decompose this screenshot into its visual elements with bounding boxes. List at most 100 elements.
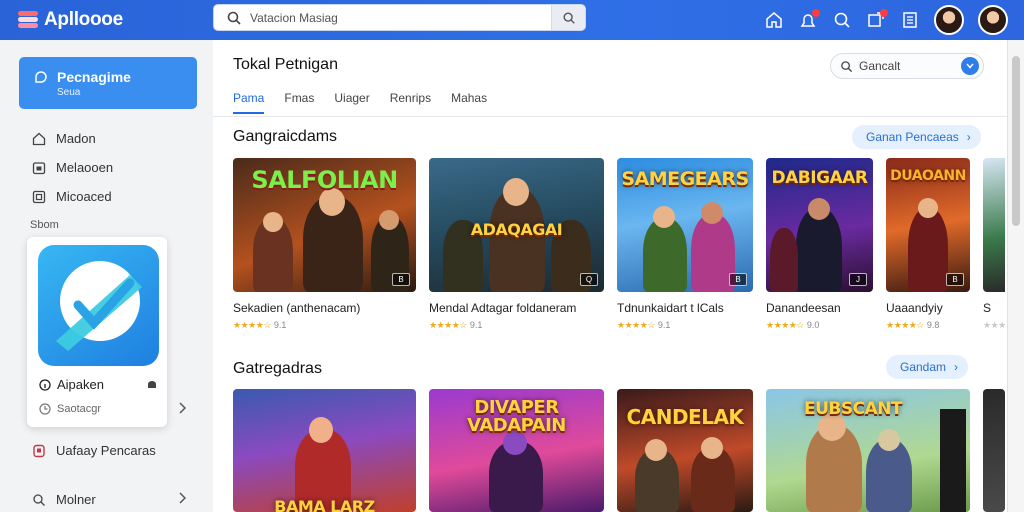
calendar-icon — [32, 161, 46, 174]
app-logo[interactable]: Aplloooe — [18, 9, 208, 31]
star-rating-icon: ★★★★☆ — [617, 320, 655, 330]
game-name[interactable]: Sekadien (anthenacam) — [233, 301, 360, 315]
search-icon — [227, 11, 241, 25]
section-more-label: Ganan Pencaeas — [866, 130, 959, 144]
game-tile[interactable]: SALFOLIAN B — [233, 158, 416, 292]
divider — [213, 116, 1007, 117]
sidebar-item-home[interactable]: Madon — [32, 131, 96, 146]
game-name[interactable]: Tdnunkaidart t lCals — [617, 301, 724, 315]
game-name[interactable]: Danandeesan — [766, 301, 841, 315]
logo-mark-icon — [18, 11, 38, 29]
sidebar-hero-subtitle: Seua — [57, 87, 81, 98]
content-search-input[interactable]: Gancalt — [859, 59, 961, 73]
sidebar-item-label: Molner — [56, 492, 96, 507]
game-art-title: SALFOLIAN — [251, 166, 398, 194]
game-tile[interactable]: SAMEGEARS B — [617, 158, 753, 292]
scrollbar-thumb[interactable] — [1012, 56, 1020, 226]
search-icon — [33, 493, 45, 506]
app-card-name: Aipaken — [57, 377, 104, 392]
game-tile[interactable]: EUBSCANT — [766, 389, 970, 512]
section-more-button[interactable]: Ganan Pencaeas › — [852, 125, 981, 149]
game-art-title: DIVAPER VADAPAIN — [467, 397, 566, 436]
sidebar-hero-title: Pecnagime — [57, 69, 131, 85]
game-tile[interactable]: BAMA LARZ — [233, 389, 416, 512]
share-icon[interactable] — [866, 9, 888, 30]
sidebar-item-label: Madon — [56, 131, 96, 146]
chat-icon — [35, 71, 47, 83]
game-rating: ★★★★☆ 9.1 — [429, 320, 483, 330]
game-art-title: SAMEGEARS — [621, 168, 749, 190]
game-name[interactable]: Uaaandyiy — [886, 301, 943, 315]
game-art-title: EUBSCANT — [803, 399, 903, 419]
featured-app-card[interactable]: Aipaken Saotacgr — [27, 237, 167, 427]
game-art-title: CANDELAK — [626, 405, 744, 429]
content-search[interactable]: Gancalt — [830, 53, 984, 79]
sidebar-item-calendar[interactable]: Melaooen — [32, 160, 113, 175]
game-badge: B — [729, 273, 747, 286]
game-art-title: DABIGAAR — [771, 168, 868, 188]
game-name[interactable]: S — [983, 301, 991, 315]
tab-renrips[interactable]: Renrips — [390, 91, 431, 114]
top-bar: Aplloooe Vatacion Masiag — [0, 0, 1024, 40]
star-rating-icon: ★★★★☆ — [886, 320, 924, 330]
section-title: Gangraicdams — [233, 128, 338, 145]
info-icon — [39, 378, 51, 391]
star-rating-icon: ★★★★☆ — [766, 320, 804, 330]
app-icon — [38, 245, 159, 366]
sidebar-item-active[interactable]: Pecnagime Seua — [19, 57, 197, 109]
chevron-right-icon[interactable] — [178, 402, 186, 414]
avatar[interactable] — [934, 5, 964, 35]
explore-icon[interactable] — [832, 10, 852, 30]
sidebar-section-label: Sbom — [30, 219, 59, 231]
tab-bar: Pama Fmas Uiager Renrips Mahas — [233, 91, 507, 114]
game-badge: B — [946, 273, 964, 286]
game-tile[interactable]: DIVAPER VADAPAIN — [429, 389, 604, 512]
sidebar-item-label: Melaooen — [56, 160, 114, 175]
tab-pama[interactable]: Pama — [233, 91, 265, 114]
game-tile[interactable]: CANDELAK — [617, 389, 753, 512]
sidebar-item-label: Uafaay Pencaras — [56, 443, 156, 458]
sidebar-item-molner[interactable]: Molner — [32, 492, 96, 507]
game-tile[interactable]: DUAOANN B — [886, 158, 970, 292]
game-badge: B — [392, 273, 410, 286]
avatar[interactable] — [978, 5, 1008, 35]
sidebar-item-label: Micoaced — [56, 189, 112, 204]
game-badge: J — [849, 273, 867, 286]
game-rating: ★★★★☆ 9.1 — [617, 320, 671, 330]
game-rating: ★★★★☆ 9.8 — [886, 320, 940, 330]
game-name[interactable]: Mendal Adtagar foldaneram — [429, 301, 576, 315]
scrollbar[interactable] — [1007, 40, 1024, 512]
game-tile[interactable] — [983, 389, 1005, 512]
game-rating: ★★★★☆ 9.0 — [766, 320, 820, 330]
game-tile[interactable]: DABIGAAR J — [766, 158, 873, 292]
device-icon — [148, 380, 156, 388]
game-art-title: DUAOANN — [890, 168, 966, 184]
star-rating-icon: ★★★★☆ — [233, 320, 271, 330]
sidebar: Pecnagime Seua Madon Melaooen Micoaced S… — [0, 40, 213, 512]
game-rating: ★★★ — [983, 320, 1006, 331]
game-tile[interactable] — [983, 158, 1005, 292]
search-bar[interactable]: Vatacion Masiag — [213, 4, 586, 31]
chevron-right-icon[interactable] — [178, 492, 186, 504]
section-title: Gatregadras — [233, 360, 322, 377]
menu-icon[interactable] — [900, 10, 920, 30]
page-title: Tokal Petnigan — [233, 56, 338, 73]
tab-mahas[interactable]: Mahas — [451, 91, 487, 114]
section-more-button[interactable]: Gandam › — [886, 355, 969, 379]
game-tile[interactable]: ADAQAGAI Q — [429, 158, 604, 292]
sidebar-item-grid[interactable]: Micoaced — [32, 189, 112, 204]
game-rating: ★★★★☆ 9.1 — [233, 320, 287, 330]
tab-fmas[interactable]: Fmas — [284, 91, 314, 114]
chevron-down-icon[interactable] — [961, 57, 979, 75]
sidebar-item-pencaras[interactable]: Uafaay Pencaras — [32, 443, 156, 458]
tab-uiager[interactable]: Uiager — [334, 91, 369, 114]
star-rating-icon: ★★★★☆ — [429, 320, 467, 330]
search-icon — [562, 11, 575, 24]
search-input[interactable]: Vatacion Masiag — [250, 11, 551, 25]
section-more-label: Gandam — [900, 360, 947, 374]
home-icon[interactable] — [764, 10, 784, 30]
app-card-sub: Saotacgr — [57, 403, 102, 415]
notifications-icon[interactable] — [798, 9, 820, 30]
search-button[interactable] — [551, 5, 585, 30]
game-art-title: BAMA LARZ — [274, 497, 375, 512]
